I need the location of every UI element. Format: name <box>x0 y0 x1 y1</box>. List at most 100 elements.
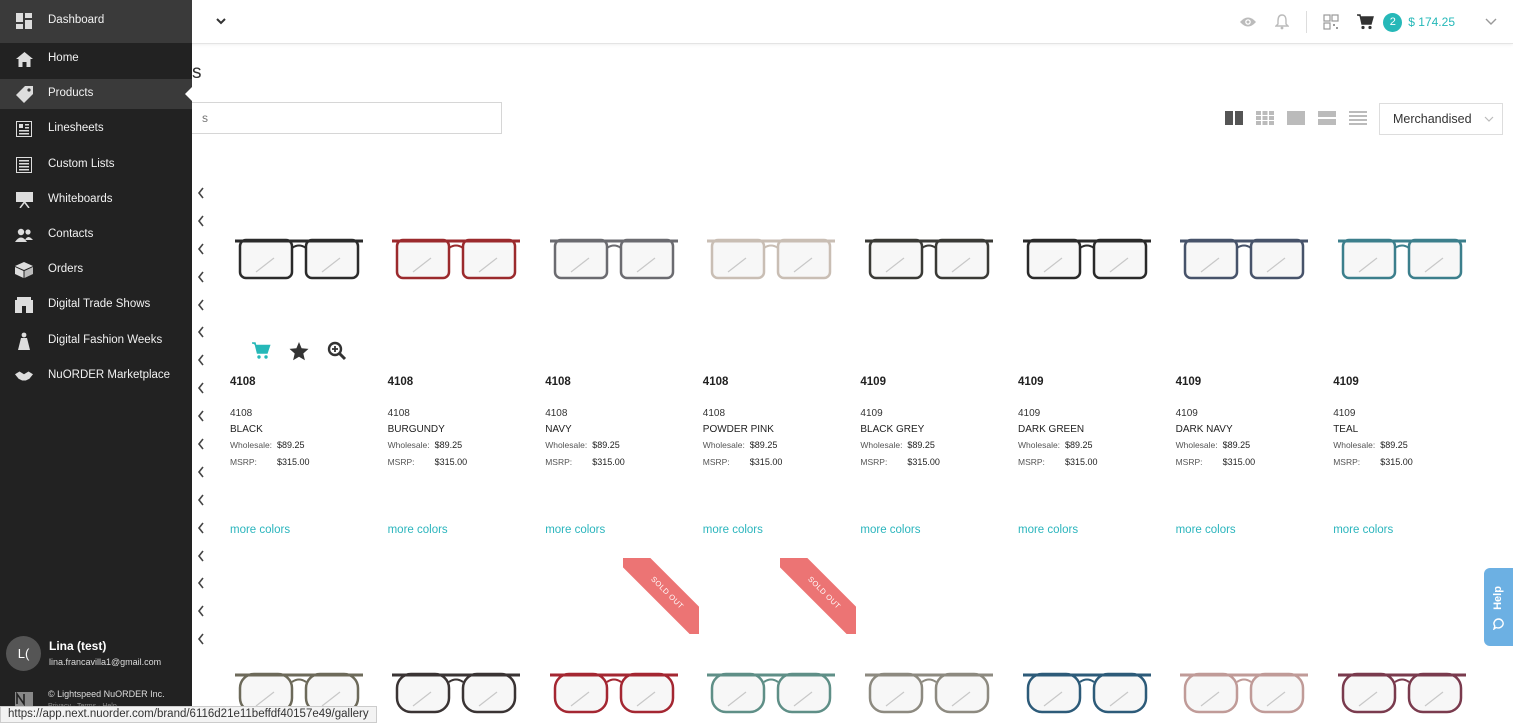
product-color-name: BURGUNDY <box>387 424 445 435</box>
chevron-left-icon[interactable] <box>196 465 206 479</box>
wholesale-price: $89.25 <box>434 440 463 450</box>
chevron-left-icon[interactable] <box>196 381 206 395</box>
chevron-left-icon[interactable] <box>196 493 206 507</box>
product-image[interactable] <box>693 200 850 320</box>
product-image[interactable] <box>1166 580 1323 720</box>
sidebar-item-linesheets[interactable]: Linesheets <box>0 114 192 144</box>
avatar[interactable]: L( <box>6 636 41 671</box>
product-color-name: DARK GREEN <box>1018 424 1085 435</box>
user-profile[interactable]: L( Lina (test) lina.francavilla1@gmail.c… <box>6 636 192 672</box>
sort-select[interactable]: Merchandised <box>1379 103 1503 135</box>
product-image[interactable] <box>220 580 377 720</box>
view-large-grid-icon[interactable] <box>1224 110 1244 126</box>
view-list-icon[interactable] <box>1348 110 1368 126</box>
bell-icon[interactable] <box>1272 12 1292 32</box>
chevron-left-icon[interactable] <box>196 521 206 535</box>
more-colors-link[interactable]: more colors <box>388 524 448 536</box>
sidebar-item-custom-lists[interactable]: Custom Lists <box>0 150 192 180</box>
favorite-star-icon[interactable] <box>288 340 310 362</box>
msrp-price-row: MSRP: $315.00 <box>545 457 625 467</box>
eyeglasses-image <box>549 672 678 714</box>
more-colors-link[interactable]: more colors <box>703 524 763 536</box>
wholesale-price-row: Wholesale: $89.25 <box>702 440 778 450</box>
product-image[interactable] <box>1008 580 1165 720</box>
msrp-price: $315.00 <box>907 457 940 467</box>
product-image[interactable] <box>850 580 1007 720</box>
more-colors-link[interactable]: more colors <box>1176 524 1236 536</box>
more-colors-link[interactable]: more colors <box>230 524 290 536</box>
qr-icon[interactable] <box>1321 12 1341 32</box>
product-image[interactable] <box>850 200 1007 320</box>
product-color-name: TEAL <box>1333 424 1359 435</box>
product-image[interactable] <box>1323 200 1480 320</box>
more-colors-link[interactable]: more colors <box>860 524 920 536</box>
view-small-grid-icon[interactable] <box>1255 110 1275 126</box>
contacts-icon <box>15 226 33 244</box>
product-image[interactable] <box>378 580 535 720</box>
help-tab[interactable]: Help <box>1484 568 1513 646</box>
eye-icon[interactable] <box>1238 12 1258 32</box>
chevron-left-icon[interactable] <box>196 549 206 563</box>
page-title: s <box>192 62 202 83</box>
sidebar-item-digital-fashion-weeks[interactable]: Digital Fashion Weeks <box>0 326 192 356</box>
sidebar-item-label: Whiteboards <box>48 193 113 205</box>
eyeglasses-image <box>1180 238 1309 280</box>
chevron-left-icon[interactable] <box>196 409 206 423</box>
status-url: https://app.next.nuorder.com/brand/6116d… <box>0 706 377 723</box>
linesheet-icon <box>15 120 33 138</box>
add-to-cart-icon[interactable] <box>250 340 272 362</box>
sidebar-item-nuorder-marketplace[interactable]: NuORDER Marketplace <box>0 361 192 391</box>
chevron-left-icon[interactable] <box>196 214 206 228</box>
wholesale-price: $89.25 <box>749 440 778 450</box>
brand-dropdown-chevron-icon[interactable] <box>214 14 228 28</box>
chevron-left-icon[interactable] <box>196 604 206 618</box>
sidebar-item-orders[interactable]: Orders <box>0 255 192 285</box>
product-image[interactable] <box>535 200 692 320</box>
product-image[interactable] <box>1008 200 1165 320</box>
product-style-subtitle: 4109 <box>1018 408 1041 419</box>
chat-bubble-icon <box>1493 618 1504 630</box>
more-colors-link[interactable]: more colors <box>1333 524 1393 536</box>
eyeglasses-image <box>707 672 836 714</box>
product-image[interactable] <box>1166 200 1323 320</box>
cart-icon[interactable] <box>1355 12 1375 32</box>
chevron-left-icon[interactable] <box>196 270 206 284</box>
chevron-left-icon[interactable] <box>196 298 206 312</box>
sold-out-label: SOLD OUT <box>622 558 699 634</box>
product-style-subtitle: 4108 <box>230 408 253 419</box>
more-colors-link[interactable]: more colors <box>545 524 605 536</box>
product-style-number: 4109 <box>1333 376 1359 388</box>
sidebar-item-contacts[interactable]: Contacts <box>0 220 192 250</box>
chevron-left-icon[interactable] <box>196 353 206 367</box>
chevron-left-icon[interactable] <box>196 437 206 451</box>
cart-count-badge[interactable]: 2 <box>1383 12 1403 32</box>
product-image[interactable] <box>378 200 535 320</box>
product-color-name: BLACK GREY <box>860 424 925 435</box>
cart-total[interactable]: $ 174.25 <box>1408 15 1455 29</box>
eyeglasses-image <box>1022 672 1151 714</box>
row-scroll-arrows <box>196 186 206 660</box>
product-style-number: 4109 <box>1018 376 1044 388</box>
product-style-subtitle: 4109 <box>1175 408 1198 419</box>
view-rows-icon[interactable] <box>1317 110 1337 126</box>
sidebar: Dashboard Home Products Linesheets Custo… <box>0 0 192 723</box>
chevron-left-icon[interactable] <box>196 632 206 646</box>
sidebar-dashboard[interactable]: Dashboard <box>0 0 192 43</box>
sidebar-item-digital-trade-shows[interactable]: Digital Trade Shows <box>0 290 192 320</box>
more-colors-link[interactable]: more colors <box>1018 524 1078 536</box>
product-image[interactable] <box>1323 580 1480 720</box>
product-image[interactable] <box>220 200 377 320</box>
chevron-left-icon[interactable] <box>196 242 206 256</box>
chevron-left-icon[interactable] <box>196 576 206 590</box>
zoom-in-icon[interactable] <box>326 340 348 362</box>
chevron-left-icon[interactable] <box>196 186 206 200</box>
sidebar-item-products[interactable]: Products <box>0 79 192 109</box>
account-chevron-down-icon[interactable] <box>1481 12 1501 32</box>
chevron-left-icon[interactable] <box>196 325 206 339</box>
sidebar-item-home[interactable]: Home <box>0 44 192 74</box>
view-single-icon[interactable] <box>1286 110 1306 126</box>
wholesale-price: $89.25 <box>1222 440 1251 450</box>
eyeglasses-image <box>707 238 836 280</box>
sidebar-item-whiteboards[interactable]: Whiteboards <box>0 185 192 215</box>
product-search-input[interactable] <box>192 102 502 134</box>
